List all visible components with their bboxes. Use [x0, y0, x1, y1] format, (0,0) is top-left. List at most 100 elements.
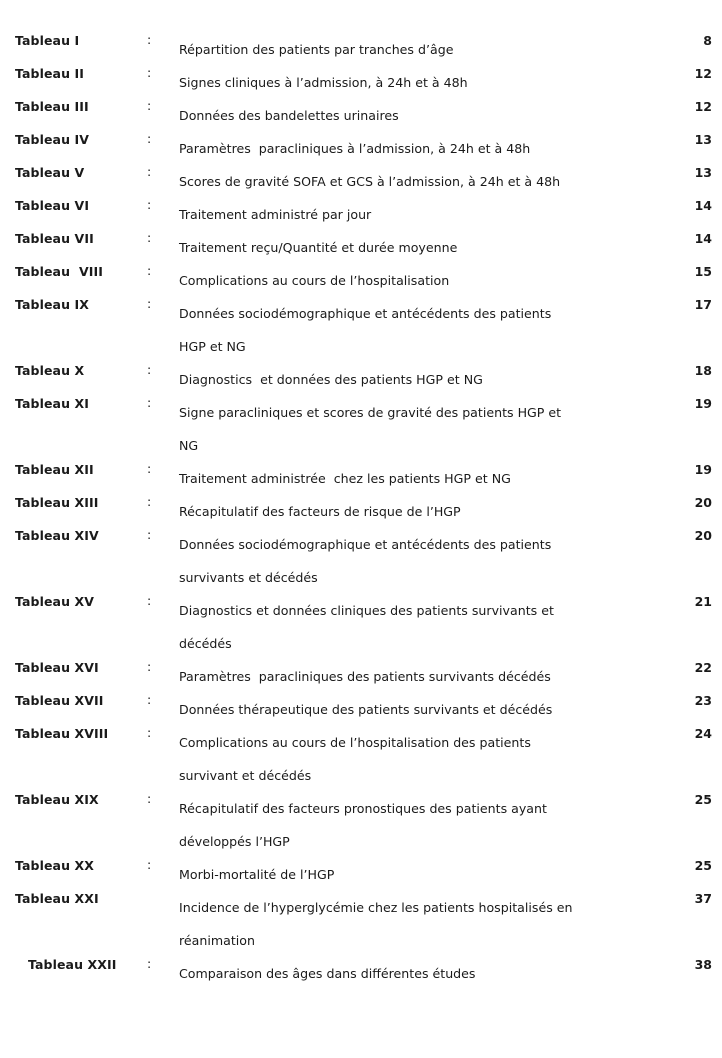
table-entry-description-line: Signes cliniques à l’admission, à 24h et… [179, 75, 468, 90]
table-entry-page-number: 24 [694, 726, 712, 741]
table-entry-description: Signe paracliniques et scores de gravité… [179, 396, 639, 462]
table-entry-label: Tableau VI [15, 198, 90, 213]
table-entry-description-line: Récapitulatif des facteurs de risque de … [179, 504, 461, 519]
table-entry-page-number: 15 [694, 264, 712, 279]
table-entry-description-line: Scores de gravité SOFA et GCS à l’admiss… [179, 174, 561, 189]
table-entry-page-number: 18 [694, 363, 712, 378]
table-entry-description: Traitement administrée chez les patients… [179, 462, 639, 495]
table-entry-description-line: Diagnostics et données des patients HGP … [179, 372, 483, 387]
table-entry-description: Scores de gravité SOFA et GCS à l’admiss… [179, 165, 639, 198]
table-entry-description: Paramètres paracliniques à l’admission, … [179, 132, 639, 165]
table-entry-colon: : [147, 230, 152, 245]
table-entry-label: Tableau XXI [15, 891, 99, 906]
table-entry-description: Traitement reçu/Quantité et durée moyenn… [179, 231, 639, 264]
table-entry-label: Tableau III [15, 99, 89, 114]
table-entry-page-number: 25 [694, 792, 712, 807]
table-entry-colon: : [147, 263, 152, 278]
table-entry-description-line: Récapitulatif des facteurs pronostiques … [179, 801, 547, 816]
table-entry-description: Récapitulatif des facteurs pronostiques … [179, 792, 639, 858]
table-entry-description-continuation: survivant et décédés [179, 768, 312, 783]
table-entry-page-number: 20 [694, 495, 712, 510]
table-entry-page-number: 38 [694, 957, 712, 972]
table-entry-description: Morbi-mortalité de l’HGP [179, 858, 639, 891]
table-entry-label: Tableau IV [15, 132, 90, 147]
table-entry-colon: : [147, 362, 152, 377]
table-entry-description-line: Données sociodémographique et antécédent… [179, 306, 552, 321]
table-entry-colon: : [147, 164, 152, 179]
table-entry-colon: : [147, 32, 152, 47]
table-entry-colon: : [147, 461, 152, 476]
table-entry-colon: : [147, 593, 152, 608]
table-entry-description: Données sociodémographique et antécédent… [179, 528, 639, 594]
table-entry-label: Tableau XVIII [15, 726, 109, 741]
table-entry-page-number: 37 [694, 891, 712, 906]
table-entry-label: Tableau XII [15, 462, 94, 477]
table-entry-page-number: 22 [694, 660, 712, 675]
table-entry-description: Complications au cours de l’hospitalisat… [179, 264, 639, 297]
table-entry-description: Récapitulatif des facteurs de risque de … [179, 495, 639, 528]
table-entry-label: Tableau I [15, 33, 80, 48]
table-entry-description: Données des bandelettes urinaires [179, 99, 639, 132]
table-entry-description-line: Comparaison des âges dans différentes ét… [179, 966, 476, 981]
table-entry-description: Complications au cours de l’hospitalisat… [179, 726, 639, 792]
table-entry-description-line: Signe paracliniques et scores de gravité… [179, 405, 562, 420]
table-entry-colon: : [147, 494, 152, 509]
table-entry-description-line: Traitement reçu/Quantité et durée moyenn… [179, 240, 458, 255]
table-entry-description-continuation: survivants et décédés [179, 570, 318, 585]
table-entry-page-number: 14 [694, 198, 712, 213]
table-entry-description-line: Données thérapeutique des patients survi… [179, 702, 553, 717]
table-entry-label: Tableau XI [15, 396, 90, 411]
table-entry-label: Tableau XIII [15, 495, 99, 510]
table-entry-description-line: Données sociodémographique et antécédent… [179, 537, 552, 552]
table-entry-description-line: Traitement administrée chez les patients… [179, 471, 511, 486]
table-entry-description: Diagnostics et données des patients HGP … [179, 363, 639, 396]
table-entry-colon: : [147, 98, 152, 113]
table-entry-page-number: 20 [694, 528, 712, 543]
table-entry-description: Diagnostics et données cliniques des pat… [179, 594, 639, 660]
table-entry-label: Tableau XXII [28, 957, 117, 972]
table-entry-colon: : [147, 131, 152, 146]
table-entry-description-line: Répartition des patients par tranches d’… [179, 42, 454, 57]
table-entry-label: Tableau XX [15, 858, 95, 873]
table-entry-colon: : [147, 659, 152, 674]
table-entry-label: Tableau II [15, 66, 85, 81]
table-entry-description-line: Paramètres paracliniques à l’admission, … [179, 141, 531, 156]
table-entry-colon: : [147, 725, 152, 740]
table-entry-colon: : [147, 692, 152, 707]
table-entry-description-continuation: développés l’HGP [179, 834, 290, 849]
table-entry-page-number: 8 [703, 33, 712, 48]
table-entry-description: Traitement administré par jour [179, 198, 639, 231]
table-entry-colon: : [147, 296, 152, 311]
table-entry-colon: : [147, 791, 152, 806]
table-entry-colon: : [147, 857, 152, 872]
table-entry-description-line: Complications au cours de l’hospitalisat… [179, 273, 450, 288]
table-entry-description-line: Données des bandelettes urinaires [179, 108, 399, 123]
table-entry-description: Comparaison des âges dans différentes ét… [179, 957, 639, 990]
table-entry-description: Signes cliniques à l’admission, à 24h et… [179, 66, 639, 99]
table-entry-description-continuation: décédés [179, 636, 232, 651]
table-entry-page-number: 12 [694, 99, 712, 114]
table-entry-label: Tableau VII [15, 231, 94, 246]
table-entry-label: Tableau XIX [15, 792, 99, 807]
table-entry-description-line: Paramètres paracliniques des patients su… [179, 669, 551, 684]
table-entry-label: Tableau XV [15, 594, 95, 609]
table-entry-page-number: 19 [694, 462, 712, 477]
table-entry-page-number: 13 [694, 132, 712, 147]
table-entry-page-number: 25 [694, 858, 712, 873]
table-entry-description-line: Complications au cours de l’hospitalisat… [179, 735, 531, 750]
table-entry-label: Tableau XVI [15, 660, 99, 675]
table-entry-description-line: Incidence de l’hyperglycémie chez les pa… [179, 900, 573, 915]
table-entry-colon: : [147, 65, 152, 80]
table-entry-page-number: 19 [694, 396, 712, 411]
table-entry-description-line: Traitement administré par jour [179, 207, 372, 222]
table-entry-label: Tableau XVII [15, 693, 104, 708]
table-entry-description-continuation: NG [179, 438, 199, 453]
table-entry-description: Données thérapeutique des patients survi… [179, 693, 639, 726]
table-entry-description: Données sociodémographique et antécédent… [179, 297, 639, 363]
table-entry-description-continuation: réanimation [179, 933, 255, 948]
table-entry-description-continuation: HGP et NG [179, 339, 246, 354]
table-entry-colon: : [147, 956, 152, 971]
table-entry-colon: : [147, 197, 152, 212]
table-entry-colon: : [147, 395, 152, 410]
table-entry-page-number: 23 [694, 693, 712, 708]
